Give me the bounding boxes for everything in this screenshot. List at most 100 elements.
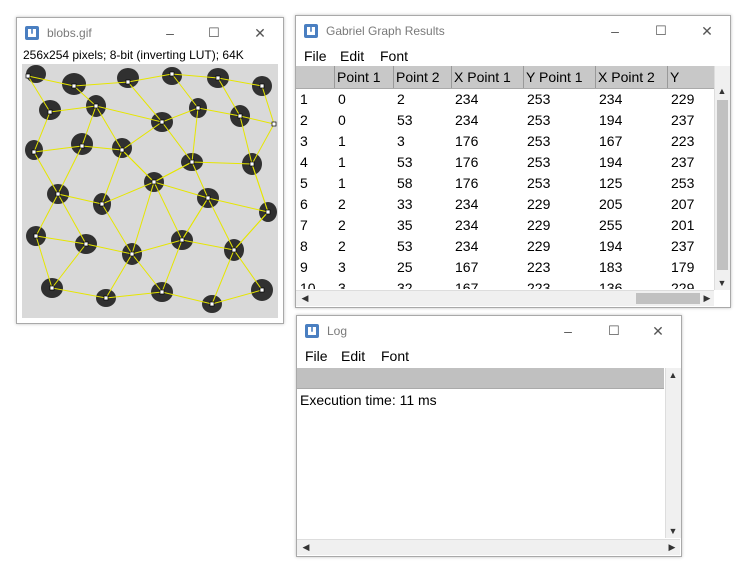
table-cell: 183 [599,259,623,275]
table-cell: 253 [527,175,551,191]
table-cell: 25 [397,259,413,275]
results-titlebar[interactable]: Gabriel Graph Results – ☐ ✕ [296,16,730,46]
scroll-down-arrow-icon[interactable]: ▼ [666,524,680,538]
table-cell: 253 [527,112,551,128]
blobs-image-window[interactable]: blobs.gif – ☐ ✕ 256x254 pixels; 8-bit (i… [16,17,284,324]
column-header[interactable]: Point 1 [334,66,393,88]
blobs-window-title: blobs.gif [47,26,92,40]
column-header[interactable]: X Point 1 [451,66,523,88]
scroll-down-arrow-icon[interactable]: ▼ [715,276,729,290]
vertical-scrollbar[interactable]: ▲ ▼ [714,66,730,290]
table-cell: 237 [671,112,695,128]
table-cell: 253 [527,91,551,107]
table-cell: 1 [338,154,346,170]
table-cell: 229 [527,238,551,254]
row-index: 10 [300,280,316,289]
table-cell: 237 [671,238,695,254]
minimize-button[interactable]: – [592,16,638,46]
table-cell: 176 [455,175,479,191]
table-cell: 167 [455,259,479,275]
table-cell: 2 [338,196,346,212]
table-cell: 2 [338,217,346,233]
scroll-right-arrow-icon[interactable]: ▶ [700,291,714,305]
scroll-up-arrow-icon[interactable]: ▲ [715,84,729,98]
scroll-left-arrow-icon[interactable]: ◀ [298,291,312,305]
row-index: 9 [300,259,308,275]
maximize-button[interactable]: ☐ [638,16,684,46]
table-cell: 237 [671,154,695,170]
row-index: 5 [300,175,308,191]
column-header-index[interactable] [296,66,334,88]
close-button[interactable]: ✕ [684,16,730,46]
table-cell: 201 [671,217,695,233]
table-cell: 255 [599,217,623,233]
scroll-thumb[interactable] [636,293,700,304]
log-window-title: Log [327,324,348,338]
table-cell: 136 [599,280,623,289]
table-cell: 253 [671,175,695,191]
table-header: Point 1 Point 2 X Point 1 Y Point 1 X Po… [296,66,714,89]
close-button[interactable]: ✕ [635,316,681,346]
log-titlebar[interactable]: Log – ☐ ✕ [297,316,681,346]
table-cell: 0 [338,112,346,128]
table-cell: 194 [599,112,623,128]
table-cell: 1 [338,133,346,149]
scroll-left-arrow-icon[interactable]: ◀ [299,540,313,554]
table-cell: 229 [671,280,695,289]
scroll-up-arrow-icon[interactable]: ▲ [666,368,680,382]
table-cell: 2 [338,238,346,254]
minimize-button[interactable]: – [545,316,591,346]
vertical-scrollbar[interactable]: ▲ ▼ [665,368,681,538]
maximize-button[interactable]: ☐ [591,316,637,346]
close-button[interactable]: ✕ [237,18,283,48]
row-index: 1 [300,91,308,107]
scroll-right-arrow-icon[interactable]: ▶ [665,540,679,554]
blobs-image-graph [22,64,278,318]
horizontal-scrollbar[interactable]: ◀ ▶ [297,539,680,555]
menu-edit[interactable]: Edit [341,348,365,364]
column-header[interactable]: Point 2 [393,66,451,88]
table-cell: 3 [338,259,346,275]
scroll-thumb[interactable] [717,100,728,270]
horizontal-scrollbar[interactable]: ◀ ▶ [296,290,714,306]
menu-edit[interactable]: Edit [340,48,364,64]
results-window[interactable]: Gabriel Graph Results – ☐ ✕ File Edit Fo… [295,15,731,308]
log-window[interactable]: Log – ☐ ✕ File Edit Font Execution time:… [296,315,682,557]
table-cell: 253 [527,133,551,149]
table-cell: 234 [455,196,479,212]
image-info-text: 256x254 pixels; 8-bit (inverting LUT); 6… [23,48,244,62]
table-cell: 33 [397,196,413,212]
menu-file[interactable]: File [305,348,328,364]
table-cell: 234 [599,91,623,107]
table-cell: 167 [455,280,479,289]
row-index: 8 [300,238,308,254]
table-cell: 53 [397,112,413,128]
table-cell: 223 [527,280,551,289]
column-header[interactable]: X Point 2 [595,66,667,88]
imagej-app-icon [304,24,318,38]
blobs-titlebar[interactable]: blobs.gif – ☐ ✕ [17,18,283,48]
table-body[interactable]: 1 0 2 234 253 234 229 2 0 53 234 253 194… [296,89,714,289]
table-cell: 234 [455,112,479,128]
table-cell: 176 [455,133,479,149]
minimize-button[interactable]: – [147,18,193,48]
table-cell: 32 [397,280,413,289]
table-cell: 194 [599,154,623,170]
image-canvas[interactable] [22,64,278,318]
table-cell: 229 [527,217,551,233]
table-cell: 234 [455,217,479,233]
table-cell: 223 [527,259,551,275]
table-cell: 2 [397,91,405,107]
table-cell: 53 [397,238,413,254]
table-cell: 176 [455,154,479,170]
column-header[interactable]: Y Point 1 [523,66,595,88]
maximize-button[interactable]: ☐ [191,18,237,48]
imagej-app-icon [305,324,319,338]
menu-file[interactable]: File [304,48,327,64]
table-cell: 234 [455,91,479,107]
column-header[interactable]: Y Point [667,66,714,88]
menu-font[interactable]: Font [381,348,409,364]
table-cell: 3 [338,280,346,289]
table-cell: 234 [455,238,479,254]
menu-font[interactable]: Font [380,48,408,64]
